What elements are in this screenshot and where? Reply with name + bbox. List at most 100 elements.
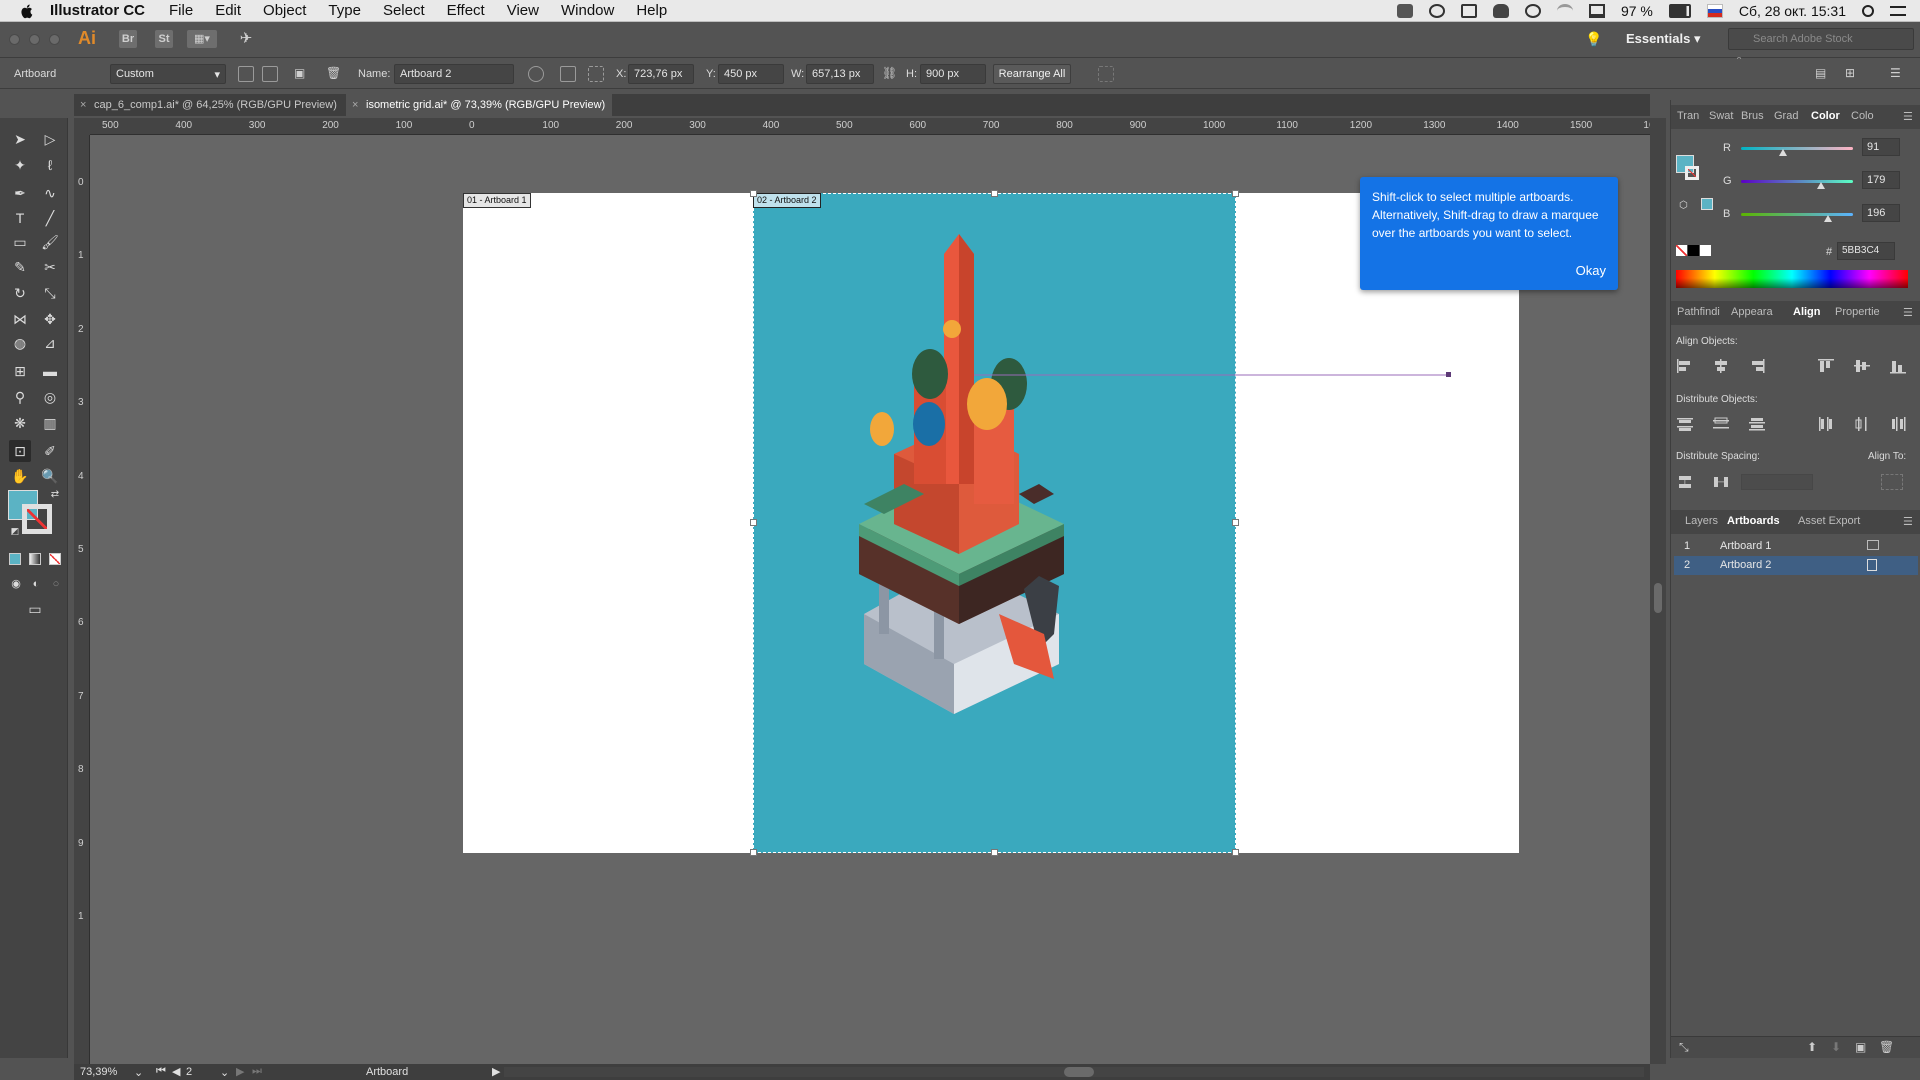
artboard-options-icon[interactable] [1867, 540, 1879, 550]
artboard-row-2[interactable]: 2 Artboard 2 [1674, 556, 1918, 575]
app-name[interactable]: Illustrator CC [50, 2, 145, 19]
distribute-horizontal-center-icon[interactable] [1853, 416, 1871, 432]
tab-gradient[interactable]: Grad [1774, 110, 1798, 122]
zoom-level[interactable]: 73,39% [80, 1066, 117, 1078]
puppet-warp-tool-icon[interactable]: ✥ [39, 308, 61, 330]
curvature-tool-icon[interactable]: ∿ [39, 182, 61, 204]
hand-tool-icon[interactable]: ✋ [9, 465, 31, 487]
selection-tool-icon[interactable]: ➤ [9, 128, 31, 150]
b-value-input[interactable]: 196 [1862, 204, 1900, 222]
resize-handle-right[interactable] [1232, 519, 1239, 526]
tab-brushes[interactable]: Brus [1741, 110, 1764, 122]
lightbulb-icon[interactable]: 💡 [1585, 30, 1603, 48]
magic-wand-tool-icon[interactable]: ✦ [9, 154, 31, 176]
gpu-performance-icon[interactable]: ✈ [237, 30, 255, 48]
stock-button[interactable]: St [155, 30, 173, 48]
artboard-options-icon[interactable] [1867, 559, 1877, 571]
artboard-options-icon[interactable] [560, 66, 576, 82]
g-value-input[interactable]: 179 [1862, 171, 1900, 189]
arrange-documents-button[interactable]: ▦▾ [187, 30, 217, 48]
screen-capture-icon[interactable] [1460, 4, 1477, 18]
menu-window[interactable]: Window [561, 2, 614, 19]
tab-isometric-grid[interactable]: × isometric grid.ai* @ 73,39% (RGB/GPU Pr… [346, 94, 612, 116]
stroke-swatch[interactable] [22, 504, 52, 534]
hex-input[interactable]: 5BB3C4 [1837, 242, 1895, 260]
rotate-tool-icon[interactable]: ↻ [9, 282, 31, 304]
resize-handle-left[interactable] [750, 519, 757, 526]
constrain-proportions-icon[interactable]: ⛓ [882, 66, 898, 82]
blend-tool-icon[interactable]: ◎ [39, 386, 61, 408]
draw-behind-icon[interactable]: ◐ [25, 573, 47, 595]
next-artboard-icon[interactable]: ▶ [236, 1065, 244, 1078]
g-slider-thumb[interactable] [1817, 182, 1825, 189]
status-menu-icon[interactable]: ▶ [492, 1065, 500, 1078]
distribute-top-icon[interactable] [1676, 416, 1694, 432]
menu-edit[interactable]: Edit [215, 2, 241, 19]
clock[interactable]: Сб, 28 окт. 15:31 [1739, 3, 1846, 19]
none-swatch[interactable] [1676, 245, 1687, 256]
vertical-ruler[interactable]: 0 1 2 3 4 5 6 7 8 9 1 [74, 135, 90, 1065]
artboard-tool-icon[interactable]: ⊡ [9, 440, 31, 462]
arrange-icon[interactable]: ▤ [1815, 66, 1831, 82]
default-fill-stroke-icon[interactable]: ◩ [4, 520, 26, 542]
landscape-icon[interactable] [262, 66, 278, 82]
distribute-vertical-center-icon[interactable] [1712, 416, 1730, 432]
eyedropper-tool-icon[interactable]: ⚲ [9, 386, 31, 408]
cloud-icon[interactable] [1492, 4, 1509, 18]
move-down-icon[interactable]: ⬇ [1831, 1040, 1841, 1054]
g-slider[interactable] [1741, 180, 1853, 183]
width-input[interactable]: 657,13 px [806, 64, 874, 84]
resize-handle-bottom-right[interactable] [1232, 849, 1239, 856]
artboard-row-1[interactable]: 1 Artboard 1 [1674, 537, 1918, 556]
scale-tool-icon[interactable]: ⤡ [39, 282, 61, 304]
gradient-mode-icon[interactable] [29, 553, 41, 565]
out-of-gamut-icon[interactable]: ⬡ [1679, 200, 1688, 211]
type-tool-icon[interactable]: T [9, 207, 31, 229]
first-artboard-icon[interactable]: ⏮ [156, 1065, 166, 1078]
direct-selection-tool-icon[interactable]: ▷ [39, 128, 61, 150]
line-tool-icon[interactable]: ╱ [39, 207, 61, 229]
b-slider[interactable] [1741, 213, 1853, 216]
tab-properties[interactable]: Propertie [1835, 306, 1880, 318]
align-left-icon[interactable] [1676, 358, 1694, 374]
r-slider-thumb[interactable] [1779, 149, 1787, 156]
move-up-icon[interactable]: ⬆ [1807, 1040, 1817, 1054]
rearrange-all-button[interactable]: Rearrange All [993, 64, 1071, 84]
lasso-tool-icon[interactable]: ℓ [39, 154, 61, 176]
current-tool-status[interactable]: Artboard [366, 1066, 408, 1078]
horizontal-ruler[interactable]: 500 400 300 200 100 0 100 200 300 400 500 600 700 800… [90, 118, 1655, 135]
close-tab-icon[interactable]: × [352, 94, 358, 116]
previous-artboard-icon[interactable]: ◀ [172, 1065, 180, 1078]
menu-view[interactable]: View [507, 2, 539, 19]
battery-icon[interactable] [1668, 4, 1691, 18]
r-value-input[interactable]: 91 [1862, 138, 1900, 156]
symbol-sprayer-tool-icon[interactable]: ❋ [9, 412, 31, 434]
distribute-bottom-icon[interactable] [1748, 416, 1766, 432]
close-tab-icon[interactable]: × [80, 94, 86, 116]
portrait-icon[interactable] [238, 66, 254, 82]
rearrange-artboards-icon[interactable]: ⤡ [1679, 1040, 1689, 1055]
preset-select[interactable]: Custom ▾ [110, 64, 226, 84]
artboard-dropdown-icon[interactable]: ⌄ [220, 1066, 229, 1079]
stock-search-input[interactable]: Search Adobe Stock [1728, 28, 1914, 50]
tab-cap-6-comp1[interactable]: × cap_6_comp1.ai* @ 64,25% (RGB/GPU Previ… [74, 94, 346, 116]
delete-artboard-icon[interactable]: 🗑 [1879, 1040, 1894, 1054]
apple-icon[interactable] [18, 2, 36, 20]
panel-menu-icon[interactable]: ☰ [1903, 306, 1913, 319]
evernote-icon[interactable] [1396, 4, 1413, 18]
artboard-2[interactable] [753, 193, 1451, 853]
color-mode-icon[interactable] [9, 553, 21, 565]
panel-menu-icon[interactable]: ☰ [1903, 110, 1913, 123]
pen-tool-icon[interactable]: ✒ [9, 182, 31, 204]
tab-transparency[interactable]: Tran [1677, 110, 1699, 122]
resize-handle-top-left[interactable] [750, 190, 757, 197]
tab-align[interactable]: Align [1793, 306, 1821, 318]
color-spectrum[interactable] [1676, 270, 1908, 288]
draw-inside-icon[interactable]: ○ [45, 573, 67, 595]
screen-mode-icon[interactable]: ▭ [24, 598, 46, 620]
perspective-grid-tool-icon[interactable]: ⊿ [39, 332, 61, 354]
new-artboard-icon[interactable]: ▣ [1855, 1040, 1866, 1054]
distribute-right-icon[interactable] [1889, 416, 1907, 432]
r-slider[interactable] [1741, 147, 1853, 150]
align-top-icon[interactable] [1817, 358, 1835, 374]
